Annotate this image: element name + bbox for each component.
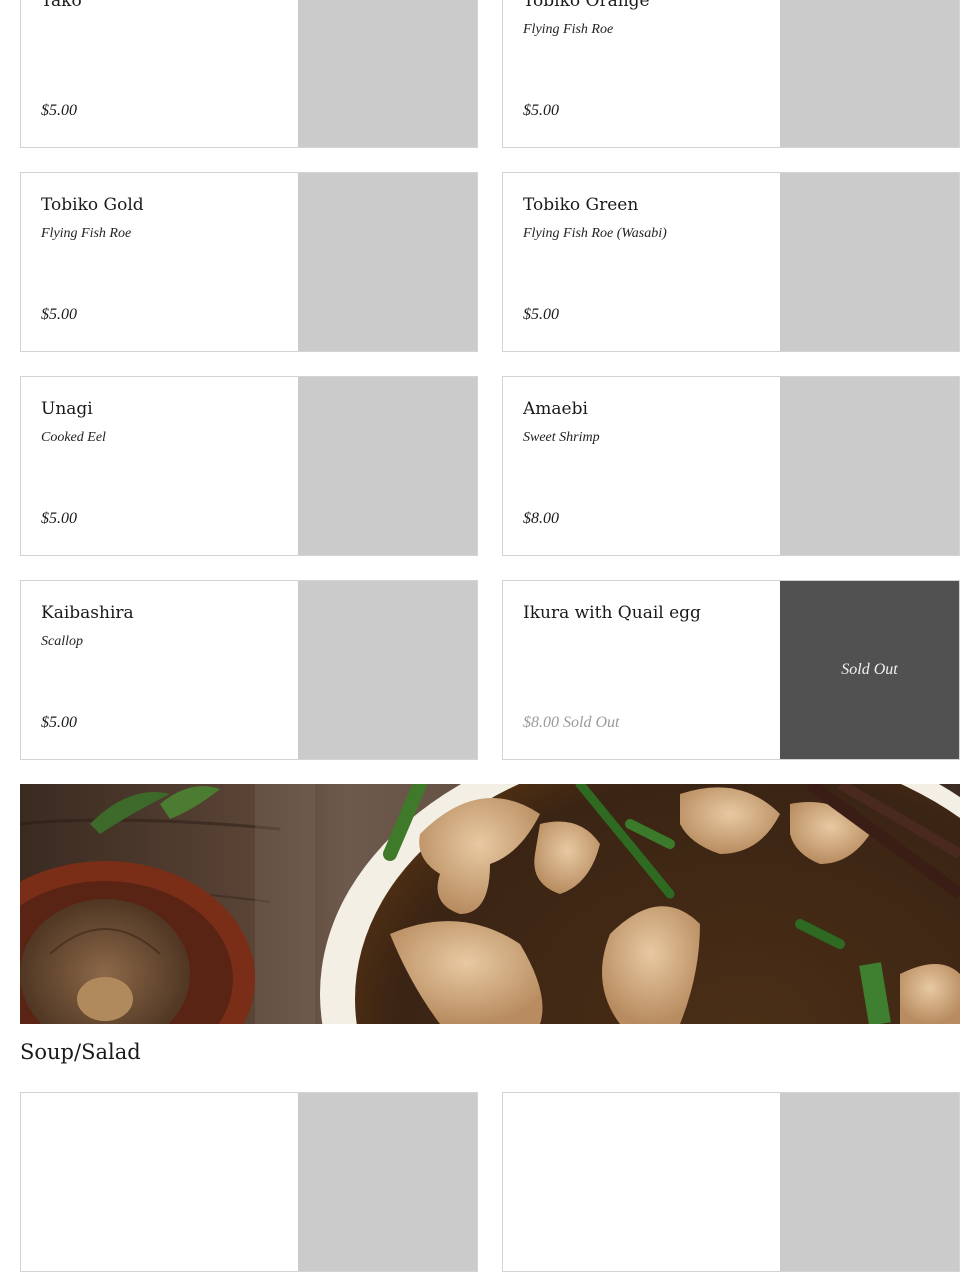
menu-item-description: Sweet Shrimp [523,430,600,445]
menu-item-card[interactable]: Ikura with Quail egg $8.00 Sold Out Sold… [502,580,960,760]
soup-bowl-illustration [20,784,960,1024]
menu-item-image [780,173,959,351]
menu-item-price: $5.00 [41,102,77,119]
menu-item-card[interactable]: Amaebi Sweet Shrimp $8.00 [502,376,960,556]
menu-item-price: $8.00 Sold Out [523,714,620,731]
menu-item-image [298,377,477,555]
menu-item-image [298,0,477,147]
menu-item-image [298,581,477,759]
menu-item-name: Tobiko Green [523,195,639,215]
menu-item-card[interactable]: Kaibashira Scallop $5.00 [20,580,478,760]
sold-out-overlay: Sold Out [780,581,959,759]
menu-item-name: Amaebi [523,399,588,419]
menu-item-description: Flying Fish Roe (Wasabi) [523,226,667,241]
menu-item-description: Flying Fish Roe [523,22,614,37]
menu-item-name: Tako [41,0,82,11]
menu-item-card[interactable] [20,1092,478,1272]
menu-item-card[interactable] [502,1092,960,1272]
menu-item-description: Scallop [41,634,83,649]
menu-item-price: $5.00 [523,306,559,323]
section-title: Soup/Salad [20,1040,141,1064]
soup-banner-image [20,784,960,1024]
menu-item-name: Unagi [41,399,93,419]
menu-item-image [298,173,477,351]
menu-item-name: Tobiko Gold [41,195,144,215]
menu-item-card[interactable]: Unagi Cooked Eel $5.00 [20,376,478,556]
menu-item-description: Flying Fish Roe [41,226,132,241]
menu-item-price: $5.00 [523,102,559,119]
menu-item-card[interactable]: Tobiko Gold Flying Fish Roe $5.00 [20,172,478,352]
menu-item-card[interactable]: Tobiko Orange Flying Fish Roe $5.00 [502,0,960,148]
menu-item-card[interactable]: Tobiko Green Flying Fish Roe (Wasabi) $5… [502,172,960,352]
menu-item-image [780,377,959,555]
menu-item-card[interactable]: Tako $5.00 [20,0,478,148]
menu-item-price: $5.00 [41,510,77,527]
menu-item-description: Cooked Eel [41,430,106,445]
menu-item-name: Tobiko Orange [523,0,650,11]
menu-item-name: Ikura with Quail egg [523,603,701,623]
menu-item-price: $5.00 [41,306,77,323]
sold-out-label: Sold Out [841,661,898,678]
menu-item-image [780,1093,959,1271]
menu-item-image [780,0,959,147]
menu-item-name: Kaibashira [41,603,134,623]
menu-item-image [298,1093,477,1271]
menu-item-price: $8.00 [523,510,559,527]
menu-item-price: $5.00 [41,714,77,731]
